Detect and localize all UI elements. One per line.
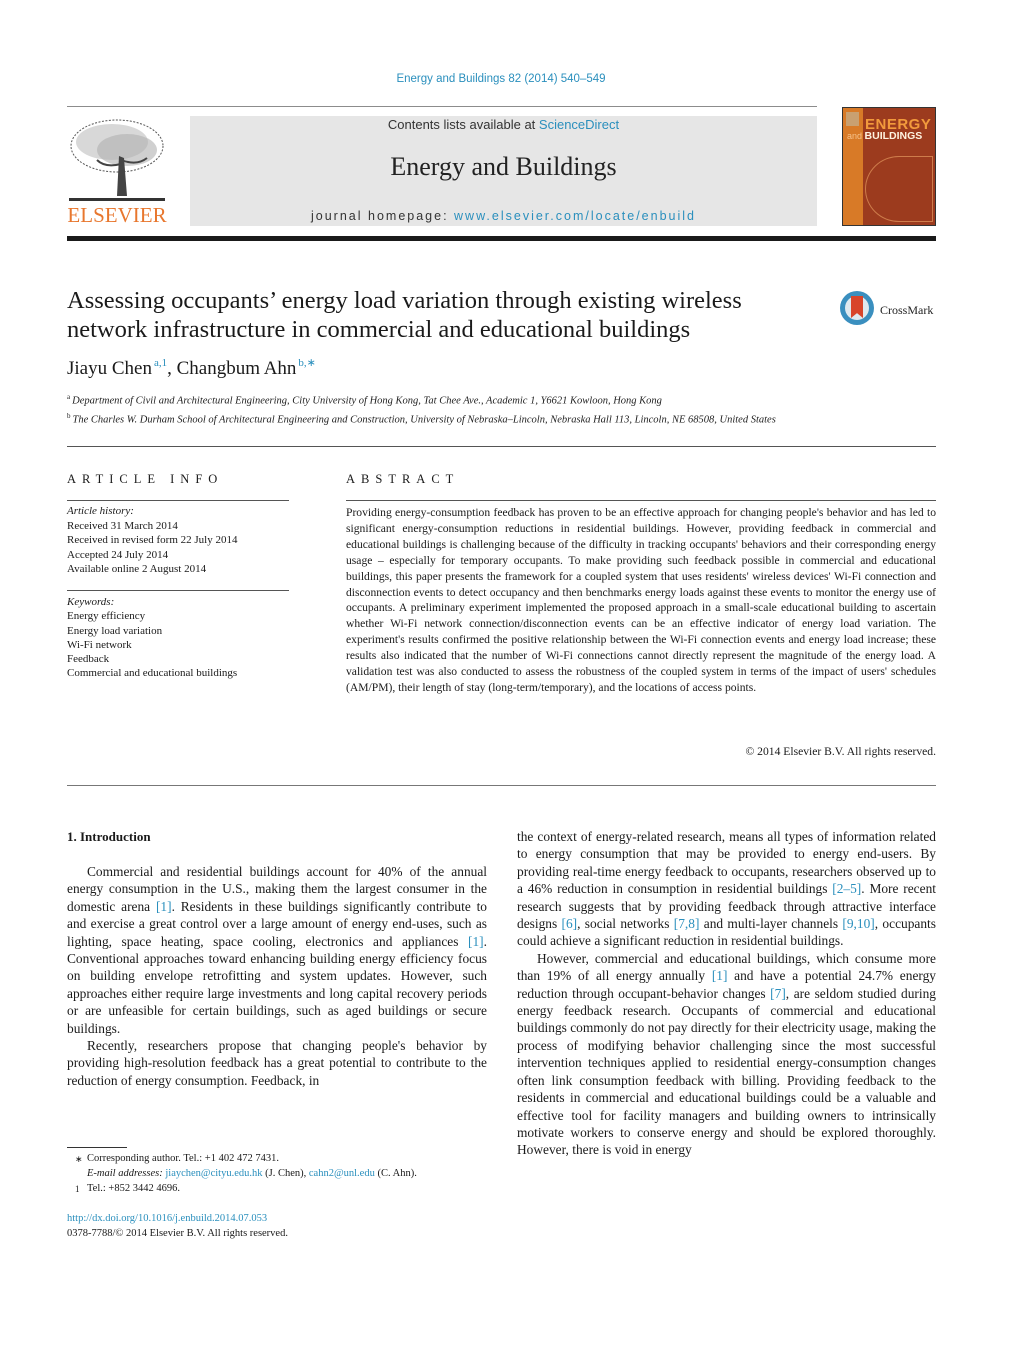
contents-line: Contents lists available at ScienceDirec… <box>190 117 817 132</box>
elsevier-logo[interactable]: ELSEVIER <box>67 116 167 228</box>
affiliation-mark: b <box>67 412 71 420</box>
divider <box>67 446 936 447</box>
body-text: and multi-layer channels <box>699 916 843 932</box>
history-item: Received 31 March 2014 <box>67 519 178 532</box>
cover-title-buildings: BUILDINGS <box>864 130 923 142</box>
journal-homepage: journal homepage: www.elsevier.com/locat… <box>190 209 817 223</box>
author-marks[interactable]: a,1 <box>154 357 167 369</box>
affiliation-text: Department of Civil and Architectural En… <box>72 395 662 407</box>
body-paragraph: the context of energy-related research, … <box>517 828 936 950</box>
header-divider <box>67 106 817 107</box>
affiliations: a Department of Civil and Architectural E… <box>67 390 827 428</box>
article-history-label: Article history: <box>67 505 134 517</box>
citation-link[interactable]: [1] <box>468 934 484 949</box>
abstract-copyright: © 2014 Elsevier B.V. All rights reserved… <box>745 745 936 758</box>
divider <box>67 500 289 501</box>
citation-link[interactable]: [6] <box>562 916 578 931</box>
body-column-right: the context of energy-related research, … <box>517 828 936 1159</box>
article-info-heading: ARTICLE INFO <box>67 472 224 486</box>
citation-link[interactable]: [7] <box>770 986 786 1001</box>
journal-banner: Contents lists available at ScienceDirec… <box>190 116 817 226</box>
email-link[interactable]: cahn2@unl.edu <box>309 1168 375 1179</box>
footnotes: ∗ Corresponding author. Tel.: +1 402 472 … <box>67 1152 497 1196</box>
keyword-item: Energy efficiency <box>67 610 146 623</box>
footnote-emails: E-mail addresses: jiaychen@cityu.edu.hk … <box>67 1167 497 1182</box>
author-list: Jiayu Chen a,1, Changbum Ahn b,∗ <box>67 356 316 380</box>
cover-graphic <box>865 156 933 222</box>
author-separator: , <box>167 358 177 379</box>
body-text: Recently, researchers propose that chang… <box>67 1038 487 1088</box>
divider <box>346 500 936 501</box>
issn-line: 0378-7788/© 2014 Elsevier B.V. All right… <box>67 1228 288 1239</box>
footnote-corresponding: ∗ Corresponding author. Tel.: +1 402 472 … <box>67 1152 497 1167</box>
elsevier-wordmark: ELSEVIER <box>67 203 167 227</box>
history-item: Available online 2 August 2014 <box>67 563 207 575</box>
email-label: E-mail addresses: <box>87 1167 163 1179</box>
footnote-mark: 1 <box>75 1183 80 1194</box>
sciencedirect-link[interactable]: ScienceDirect <box>539 117 619 132</box>
journal-cover-thumbnail[interactable]: ENERGY and BUILDINGS <box>842 107 936 226</box>
email-owner: (C. Ahn). <box>374 1167 417 1179</box>
author-marks[interactable]: b,∗ <box>298 357 315 369</box>
citation-link[interactable]: [1] <box>712 968 728 983</box>
cover-publisher-icon <box>846 112 859 126</box>
footnote-1: 1 Tel.: +852 3442 4696. <box>67 1182 497 1197</box>
body-paragraph: However, commercial and educational buil… <box>517 950 936 1159</box>
header-thick-divider <box>67 236 936 241</box>
body-text: , are seldom studied during energy feedb… <box>517 985 936 1158</box>
keyword-item: Commercial and educational buildings <box>67 667 238 680</box>
crossmark-button[interactable]: CrossMark <box>840 291 940 329</box>
homepage-prefix: journal homepage: <box>311 209 455 223</box>
keyword-item: Feedback <box>67 653 110 666</box>
homepage-link[interactable]: www.elsevier.com/locate/enbuild <box>454 209 696 223</box>
journal-name: Energy and Buildings <box>390 152 617 181</box>
contents-prefix: Contents lists available at <box>387 117 539 132</box>
body-text: , social networks <box>577 916 674 932</box>
divider <box>67 785 936 786</box>
history-item: Accepted 24 July 2014 <box>67 548 169 561</box>
affiliation-text: The Charles W. Durham School of Architec… <box>72 414 776 426</box>
footnote-divider <box>67 1147 127 1148</box>
section-heading-introduction: 1. Introduction <box>67 829 151 844</box>
abstract-heading: ABSTRACT <box>346 472 460 486</box>
cover-title-line2: and BUILDINGS <box>847 130 922 142</box>
footnote-mark: ∗ <box>75 1154 83 1164</box>
keyword-item: Energy load variation <box>67 624 163 637</box>
citation-link[interactable]: [2–5] <box>832 881 861 896</box>
body-paragraph: Commercial and residential buildings acc… <box>67 863 487 1037</box>
elsevier-tree-icon <box>69 119 165 201</box>
history-item: Received in revised form 22 July 2014 <box>67 534 238 546</box>
citation-link[interactable]: [9,10] <box>842 916 874 931</box>
doi-link[interactable]: http://dx.doi.org/10.1016/j.enbuild.2014… <box>67 1211 288 1226</box>
email-link[interactable]: jiaychen@cityu.edu.hk <box>165 1168 262 1179</box>
keywords: Keywords: Energy efficiency Energy load … <box>67 595 297 681</box>
author-name[interactable]: Changbum Ahn <box>177 358 297 379</box>
footnote-text: Tel.: +852 3442 4696. <box>87 1182 180 1194</box>
affiliation-a: a Department of Civil and Architectural E… <box>67 390 827 409</box>
email-owner: (J. Chen), <box>262 1167 309 1179</box>
body-paragraph: Recently, researchers propose that chang… <box>67 1037 487 1089</box>
doi-block: http://dx.doi.org/10.1016/j.enbuild.2014… <box>67 1211 288 1241</box>
affiliation-mark: a <box>67 393 71 401</box>
keywords-label: Keywords: <box>67 596 115 608</box>
cover-title-and: and <box>847 131 865 141</box>
citation-link[interactable]: [7,8] <box>674 916 700 931</box>
body-column-left: Commercial and residential buildings acc… <box>67 863 487 1089</box>
author-name[interactable]: Jiayu Chen <box>67 358 152 379</box>
journal-citation-link[interactable]: Energy and Buildings 82 (2014) 540–549 <box>0 73 1002 85</box>
citation-link[interactable]: [1] <box>156 899 172 914</box>
crossmark-label: CrossMark <box>880 303 934 317</box>
keyword-item: Wi-Fi network <box>67 638 132 651</box>
article-history: Article history: Received 31 March 2014 … <box>67 504 297 577</box>
divider <box>67 590 289 591</box>
abstract-text: Providing energy-consumption feedback ha… <box>346 506 936 694</box>
affiliation-b: b The Charles W. Durham School of Archite… <box>67 409 827 428</box>
article-title: Assessing occupants’ energy load variati… <box>67 287 742 343</box>
footnote-text: Corresponding author. Tel.: +1 402 472 7… <box>87 1153 279 1164</box>
